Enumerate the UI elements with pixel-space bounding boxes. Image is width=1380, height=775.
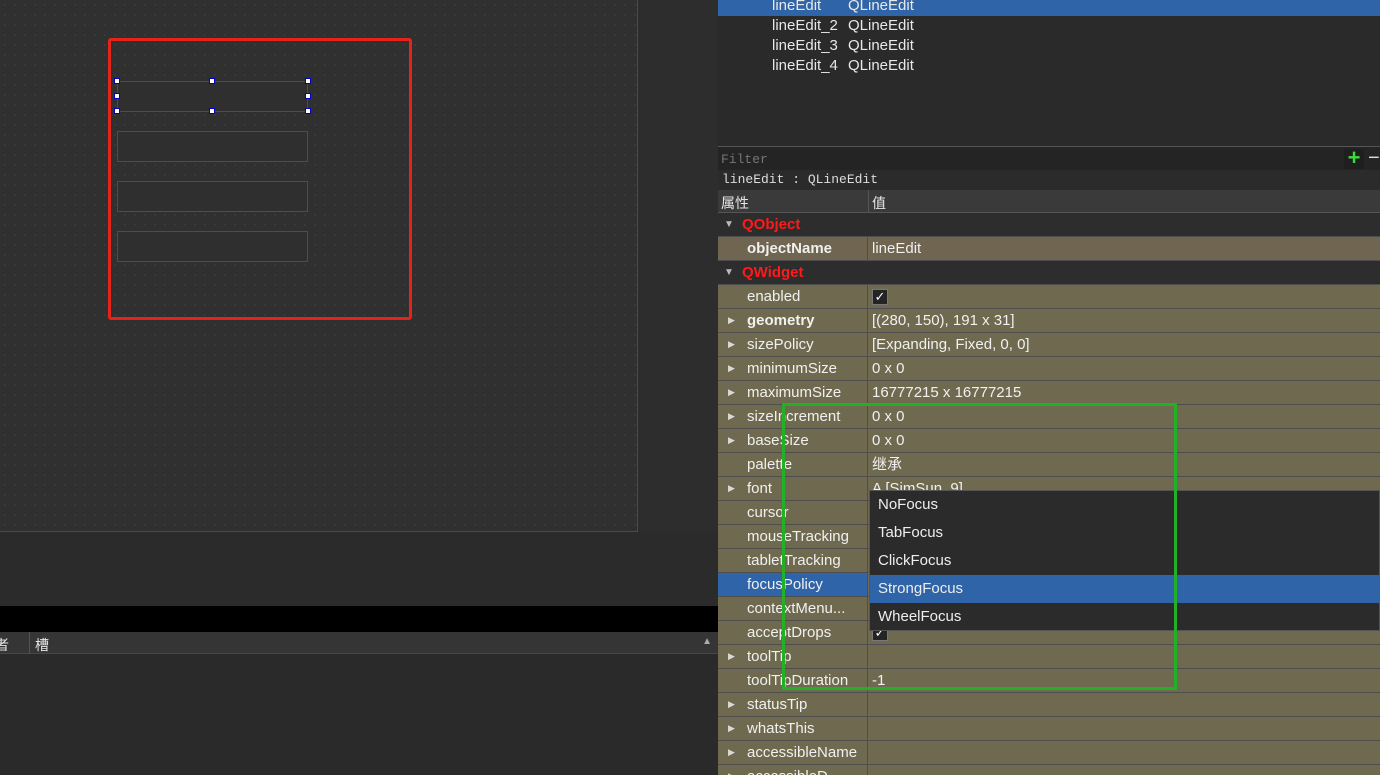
canvas-background: [0, 532, 718, 606]
expand-arrow-icon[interactable]: ▶: [728, 429, 735, 452]
property-name-cell[interactable]: ▶ accessibleName: [718, 741, 868, 764]
property-category[interactable]: ▼ QWidget: [718, 261, 1380, 285]
add-property-button[interactable]: +: [1344, 147, 1364, 169]
property-name-cell[interactable]: ▶ maximumSize: [718, 381, 868, 404]
property-row[interactable]: ▶ accessibleD...: [718, 765, 1380, 775]
property-value[interactable]: [Expanding, Fixed, 0, 0]: [872, 333, 1030, 356]
property-value[interactable]: lineEdit: [872, 237, 921, 260]
category-label: QWidget: [742, 264, 804, 281]
expand-arrow-icon[interactable]: ▶: [728, 309, 735, 332]
column-receiver[interactable]: 者: [0, 635, 9, 655]
property-name: objectName: [747, 240, 833, 257]
property-value[interactable]: 16777215 x 16777215: [872, 381, 1021, 404]
annotation-red-box: [108, 38, 412, 320]
property-row[interactable]: ▶ statusTip: [718, 693, 1380, 717]
property-name-cell[interactable]: objectName: [718, 237, 868, 260]
property-row[interactable]: objectName lineEdit: [718, 237, 1380, 261]
expand-arrow-icon[interactable]: ▶: [728, 381, 735, 404]
current-class-label: lineEdit : QLineEdit: [718, 170, 1380, 190]
expand-arrow-icon[interactable]: ▶: [728, 765, 735, 775]
property-name: sizePolicy: [747, 336, 814, 353]
collapse-triangle-icon[interactable]: ▼: [724, 261, 734, 284]
property-row[interactable]: ▶ maximumSize 16777215 x 16777215: [718, 381, 1380, 405]
object-inspector[interactable]: lineEdit QLineEdit lineEdit_2 QLineEdit line…: [718, 0, 1380, 146]
property-name-cell[interactable]: ▶ geometry: [718, 309, 868, 332]
property-name-cell[interactable]: enabled: [718, 285, 868, 308]
property-name: minimumSize: [747, 360, 838, 377]
property-category[interactable]: ▼ QObject: [718, 213, 1380, 237]
object-name: lineEdit_4: [772, 57, 838, 74]
annotation-green-box: [782, 403, 1177, 690]
property-name: maximumSize: [747, 384, 842, 401]
property-row[interactable]: ▶ geometry [(280, 150), 191 x 31]: [718, 309, 1380, 333]
expand-arrow-icon[interactable]: ▶: [728, 333, 735, 356]
object-row[interactable]: lineEdit_3 QLineEdit: [718, 36, 1380, 56]
property-name-cell[interactable]: ▶ whatsThis: [718, 717, 868, 740]
property-name: statusTip: [747, 696, 808, 713]
property-row[interactable]: ▶ minimumSize 0 x 0: [718, 357, 1380, 381]
property-name-cell[interactable]: ▶ accessibleD...: [718, 765, 868, 775]
property-name: geometry: [747, 312, 815, 329]
header-property[interactable]: 属性: [721, 193, 749, 213]
header-value[interactable]: 值: [872, 193, 886, 213]
category-label: QObject: [742, 216, 801, 233]
property-value[interactable]: [(280, 150), 191 x 31]: [872, 309, 1015, 332]
object-row[interactable]: lineEdit_4 QLineEdit: [718, 56, 1380, 76]
signal-slot-list[interactable]: [0, 654, 718, 775]
column-divider: [29, 632, 30, 654]
column-slot[interactable]: 槽: [35, 635, 49, 655]
property-name-cell[interactable]: ▶ minimumSize: [718, 357, 868, 380]
property-name: enabled: [747, 288, 801, 305]
expand-arrow-icon[interactable]: ▶: [728, 693, 735, 716]
expand-arrow-icon[interactable]: ▶: [728, 717, 735, 740]
property-row[interactable]: ▶ accessibleName: [718, 741, 1380, 765]
property-checkbox[interactable]: ✓: [872, 289, 888, 305]
signal-slot-header: 者 槽 ▲: [0, 632, 718, 654]
property-row[interactable]: enabled ✓: [718, 285, 1380, 309]
filter-input[interactable]: [721, 150, 1341, 168]
property-name: font: [747, 480, 773, 497]
property-name: whatsThis: [747, 720, 815, 737]
property-header: 属性 值: [718, 190, 1380, 213]
object-name: lineEdit: [772, 0, 822, 14]
object-name: lineEdit_3: [772, 37, 838, 54]
expand-arrow-icon[interactable]: ▶: [728, 645, 735, 668]
scroll-up-icon[interactable]: ▲: [702, 636, 712, 647]
object-row[interactable]: lineEdit QLineEdit: [718, 0, 1380, 16]
expand-arrow-icon[interactable]: ▶: [728, 477, 735, 500]
property-row[interactable]: ▶ sizePolicy [Expanding, Fixed, 0, 0]: [718, 333, 1380, 357]
object-class: QLineEdit: [848, 37, 914, 54]
object-row[interactable]: lineEdit_2 QLineEdit: [718, 16, 1380, 36]
property-name: accessibleName: [747, 744, 858, 761]
property-name-cell[interactable]: ▶ statusTip: [718, 693, 868, 716]
object-class: QLineEdit: [848, 17, 914, 34]
signal-slot-title-bar: [0, 606, 718, 632]
property-value[interactable]: 0 x 0: [872, 357, 905, 380]
header-divider: [868, 190, 869, 213]
remove-property-button[interactable]: −: [1368, 148, 1380, 169]
property-row[interactable]: ▶ whatsThis: [718, 717, 1380, 741]
property-name: accessibleD...: [747, 765, 840, 775]
form-canvas[interactable]: [0, 0, 638, 532]
property-name-cell[interactable]: ▶ sizePolicy: [718, 333, 868, 356]
object-class: QLineEdit: [848, 57, 914, 74]
expand-arrow-icon[interactable]: ▶: [728, 405, 735, 428]
expand-arrow-icon[interactable]: ▶: [728, 741, 735, 764]
filter-bar: + −: [718, 146, 1380, 170]
object-name: lineEdit_2: [772, 17, 838, 34]
expand-arrow-icon[interactable]: ▶: [728, 357, 735, 380]
object-class: QLineEdit: [848, 0, 914, 14]
collapse-triangle-icon[interactable]: ▼: [724, 213, 734, 236]
